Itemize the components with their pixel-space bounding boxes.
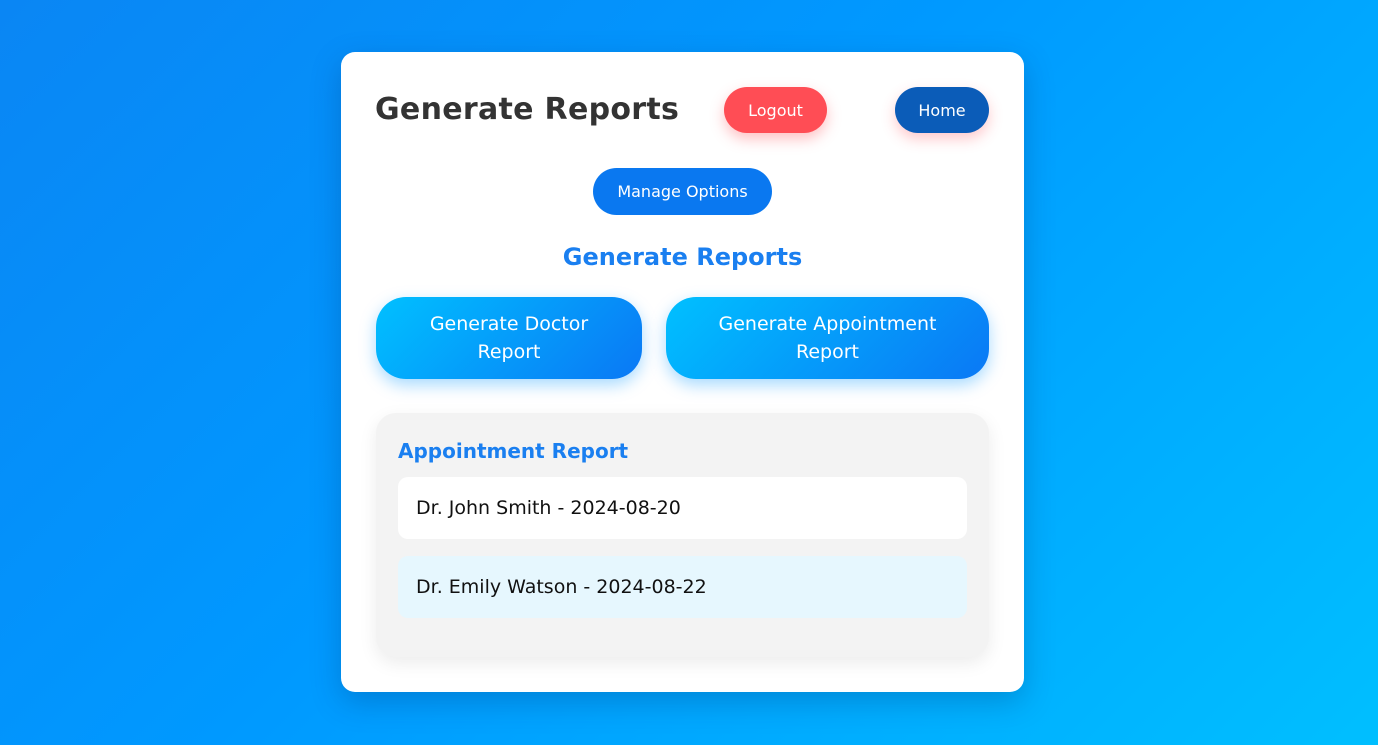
appointment-report-panel: Appointment Report Dr. John Smith - 2024… [376, 413, 989, 657]
generate-doctor-report-button[interactable]: Generate Doctor Report [376, 297, 642, 379]
report-title: Appointment Report [398, 439, 629, 463]
report-list-item: Dr. Emily Watson - 2024-08-22 [398, 556, 967, 618]
manage-options-button[interactable]: Manage Options [593, 168, 772, 215]
generate-appointment-report-button[interactable]: Generate Appointment Report [666, 297, 989, 379]
home-button[interactable]: Home [895, 87, 989, 133]
report-list-item: Dr. John Smith - 2024-08-20 [398, 477, 967, 539]
section-title: Generate Reports [562, 243, 803, 271]
page-title: Generate Reports [375, 92, 680, 127]
reports-card: Generate Reports Logout Home Manage Opti… [341, 52, 1024, 692]
logout-button[interactable]: Logout [724, 87, 827, 133]
